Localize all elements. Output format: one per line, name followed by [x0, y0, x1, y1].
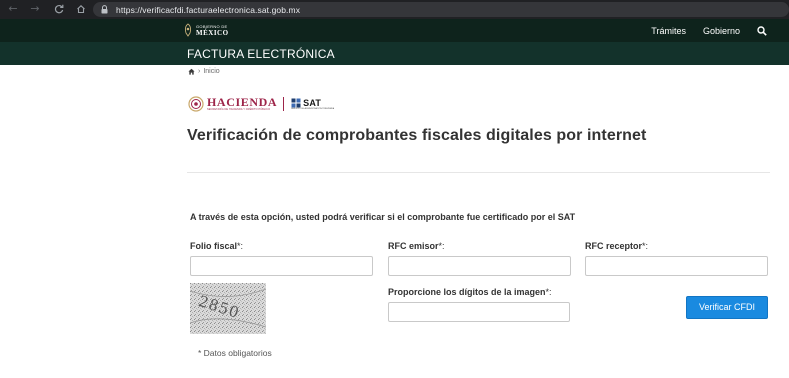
rfc-receptor-label: RFC receptor*: [585, 241, 649, 251]
nav-tramites[interactable]: Trámites [651, 26, 686, 36]
institution-logos: HACIENDA SECRETARÍA DE HACIENDA Y CRÉDIT… [188, 95, 334, 113]
verificar-cfdi-button[interactable]: Verificar CFDI [686, 296, 768, 319]
section-title: FACTURA ELECTRÓNICA [187, 47, 335, 61]
rfc-emisor-label: RFC emisor*: [388, 241, 445, 251]
hacienda-name: HACIENDA [207, 95, 278, 109]
page-title: Verificación de comprobantes fiscales di… [187, 127, 647, 144]
hacienda-logo[interactable]: HACIENDA SECRETARÍA DE HACIENDA Y CRÉDIT… [207, 96, 277, 112]
captcha-label: Proporcione los dígitos de la imagen*: [388, 287, 552, 297]
required-fields-note: * Datos obligatorios [198, 348, 272, 358]
search-icon[interactable] [757, 25, 767, 36]
breadcrumb-separator: › [198, 68, 201, 75]
hacienda-subtitle: SECRETARÍA DE HACIENDA Y CRÉDITO PÚBLICO [207, 108, 271, 111]
lock-icon [101, 5, 108, 14]
hacienda-emblem-icon [188, 96, 204, 112]
home-icon[interactable] [74, 2, 88, 16]
breadcrumb: › Inicio [188, 68, 220, 75]
captcha-image: 2850 [190, 283, 266, 334]
gov-header: GOBIERNO DE MÉXICO Trámites Gobierno [0, 19, 789, 42]
sat-emblem-icon [291, 98, 301, 107]
rfc-emisor-input[interactable] [388, 256, 571, 276]
address-bar[interactable]: https://verificacfdi.facturaelectronica.… [93, 2, 789, 17]
url-text: https://verificacfdi.facturaelectronica.… [116, 4, 301, 15]
captcha-input[interactable] [388, 302, 570, 322]
folio-label: Folio fiscal*: [190, 241, 244, 251]
sat-name: SAT [303, 97, 322, 108]
sat-logo[interactable]: SAT SERVICIO DE ADMINISTRACIÓN TRIBUTARI… [291, 98, 334, 111]
arrow-right-icon[interactable]: → [28, 2, 42, 16]
breadcrumb-current[interactable]: Inicio [203, 68, 219, 75]
home-icon[interactable] [188, 68, 195, 75]
browser-toolbar: ← → https://verificacfdi.facturaelectron… [0, 0, 789, 19]
form-instructions: A través de esta opción, usted podrá ver… [190, 212, 576, 222]
section-band: FACTURA ELECTRÓNICA [0, 42, 789, 65]
gov-nav: Trámites Gobierno [651, 19, 767, 42]
nav-gobierno[interactable]: Gobierno [703, 26, 740, 36]
logo-big-text: MÉXICO [196, 29, 229, 37]
arrow-left-icon[interactable]: ← [6, 2, 20, 16]
folio-fiscal-input[interactable] [190, 256, 373, 276]
divider [187, 172, 770, 173]
eagle-emblem-icon [184, 23, 192, 37]
rfc-receptor-input[interactable] [585, 256, 768, 276]
gobierno-mexico-logo[interactable]: GOBIERNO DE MÉXICO [183, 23, 229, 37]
reload-icon[interactable] [52, 2, 66, 16]
logo-divider [283, 97, 285, 111]
sat-subtitle: SERVICIO DE ADMINISTRACIÓN TRIBUTARIA [291, 107, 335, 110]
